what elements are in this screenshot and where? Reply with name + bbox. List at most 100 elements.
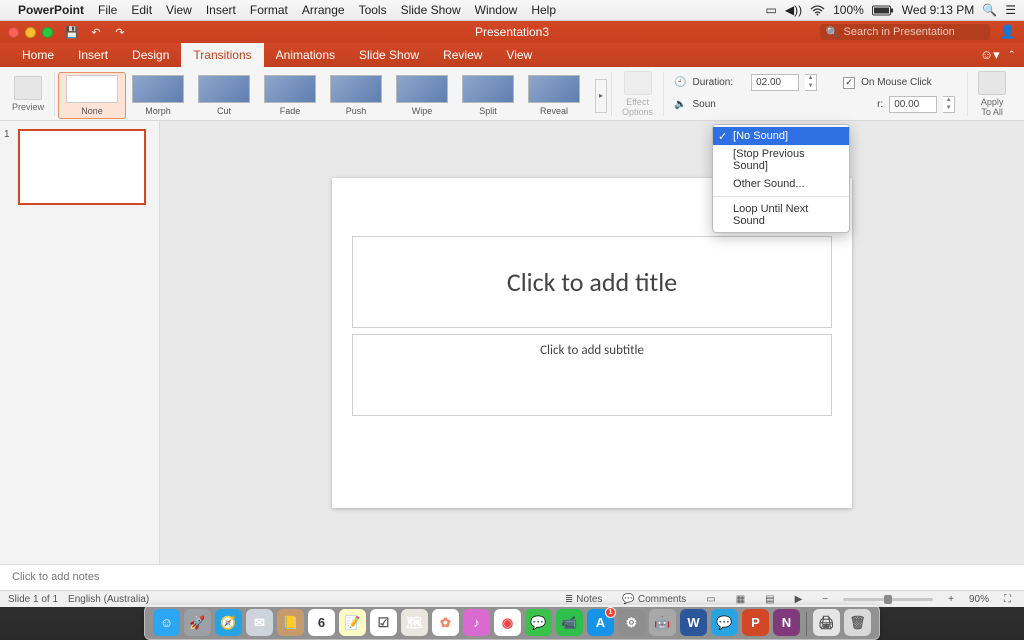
view-sorter-icon[interactable]: ▦ xyxy=(731,594,750,605)
transition-none[interactable]: None xyxy=(59,73,125,118)
spotlight-icon[interactable]: 🔍 xyxy=(982,3,997,17)
zoom-slider[interactable] xyxy=(843,598,933,601)
dock-trash-icon[interactable]: 🗑 xyxy=(844,609,871,636)
menu-extras-icon[interactable]: ☰ xyxy=(1005,3,1016,17)
menu-format[interactable]: Format xyxy=(250,3,288,17)
view-normal-icon[interactable]: ▭ xyxy=(701,594,720,605)
dock-skype-icon[interactable]: 💬 xyxy=(711,609,738,636)
dock-onenote-icon[interactable]: N xyxy=(773,609,800,636)
menu-edit[interactable]: Edit xyxy=(131,3,152,17)
transition-split[interactable]: Split xyxy=(455,73,521,118)
qat-save-icon[interactable]: 💾 xyxy=(63,24,81,40)
account-icon[interactable]: 👤 xyxy=(1000,24,1016,40)
screenshare-icon[interactable]: ▭ xyxy=(766,3,777,17)
qat-undo-icon[interactable]: ↶ xyxy=(87,24,105,40)
menu-window[interactable]: Window xyxy=(475,3,518,17)
slide-thumbnails-pane[interactable]: 1 xyxy=(0,121,160,564)
app-menu[interactable]: PowerPoint xyxy=(18,3,84,17)
dock-sysprefs-icon[interactable]: ⚙ xyxy=(618,609,645,636)
apply-to-all-button[interactable]: Apply To All xyxy=(972,67,1012,120)
zoom-percent[interactable]: 90% xyxy=(969,594,989,605)
fullscreen-button[interactable] xyxy=(42,27,53,38)
view-slideshow-icon[interactable]: ▶ xyxy=(790,594,808,605)
dock-finder-icon[interactable]: ☺ xyxy=(153,609,180,636)
menu-slideshow[interactable]: Slide Show xyxy=(401,3,461,17)
duration-input[interactable]: 02.00 xyxy=(751,74,799,91)
dock-safari-icon[interactable]: 🧭 xyxy=(215,609,242,636)
menu-tools[interactable]: Tools xyxy=(359,3,387,17)
feedback-icon[interactable]: ☺▾ xyxy=(980,47,1000,63)
subtitle-placeholder[interactable]: Click to add subtitle xyxy=(352,334,832,416)
preview-button[interactable]: Preview xyxy=(6,67,50,120)
dock-appstore-icon[interactable]: A1 xyxy=(587,609,614,636)
dock-photos-icon[interactable]: ✿ xyxy=(432,609,459,636)
status-language[interactable]: English (Australia) xyxy=(68,594,149,605)
close-button[interactable] xyxy=(8,27,19,38)
transition-morph[interactable]: Morph xyxy=(125,73,191,118)
battery-icon[interactable] xyxy=(872,5,894,16)
sound-option-no-sound[interactable]: [No Sound] xyxy=(713,127,849,145)
tab-design[interactable]: Design xyxy=(120,43,181,67)
slide-canvas[interactable]: Click to add title Click to add subtitle xyxy=(160,121,1024,564)
qat-redo-icon[interactable]: ↷ xyxy=(111,24,129,40)
dock-contacts-icon[interactable]: 📒 xyxy=(277,609,304,636)
transition-push[interactable]: Push xyxy=(323,73,389,118)
dock-launchpad-icon[interactable]: 🚀 xyxy=(184,609,211,636)
title-placeholder[interactable]: Click to add title xyxy=(352,236,832,328)
tab-home[interactable]: Home xyxy=(10,43,66,67)
ribbon-collapse-icon[interactable]: ˆ xyxy=(1010,48,1014,63)
tab-transitions[interactable]: Transitions xyxy=(181,43,263,67)
dock-powerpoint-icon[interactable]: P xyxy=(742,609,769,636)
dock-mail-icon[interactable]: ✉ xyxy=(246,609,273,636)
menu-file[interactable]: File xyxy=(98,3,117,17)
transition-reveal[interactable]: Reveal xyxy=(521,73,587,118)
dock-calendar-icon[interactable]: 6 xyxy=(308,609,335,636)
dock-messages-icon[interactable]: 💬 xyxy=(525,609,552,636)
dock-notes-icon[interactable]: 📝 xyxy=(339,609,366,636)
zoom-out-button[interactable]: − xyxy=(817,594,833,605)
effect-options-button[interactable]: Effect Options xyxy=(616,67,659,120)
notes-toggle[interactable]: ≣ Notes xyxy=(560,594,608,605)
tab-review[interactable]: Review xyxy=(431,43,494,67)
after-input[interactable]: 00.00 xyxy=(889,96,937,113)
dock-automator-icon[interactable]: 🤖 xyxy=(649,609,676,636)
dock-chrome-icon[interactable]: ◉ xyxy=(494,609,521,636)
gallery-expand-button[interactable]: ▸ xyxy=(595,79,607,113)
tab-slideshow[interactable]: Slide Show xyxy=(347,43,431,67)
transition-cut[interactable]: Cut xyxy=(191,73,257,118)
menu-help[interactable]: Help xyxy=(531,3,556,17)
search-presentation[interactable]: 🔍 Search in Presentation xyxy=(820,24,990,40)
fit-to-window-icon[interactable]: ⛶ xyxy=(999,594,1016,605)
transition-wipe[interactable]: Wipe xyxy=(389,73,455,118)
dock-facetime-icon[interactable]: 📹 xyxy=(556,609,583,636)
zoom-in-button[interactable]: + xyxy=(943,594,959,605)
menu-arrange[interactable]: Arrange xyxy=(302,3,345,17)
menu-insert[interactable]: Insert xyxy=(206,3,236,17)
menu-view[interactable]: View xyxy=(166,3,192,17)
sound-option-loop[interactable]: Loop Until Next Sound xyxy=(713,200,849,230)
tab-animations[interactable]: Animations xyxy=(264,43,347,67)
view-reading-icon[interactable]: ▤ xyxy=(760,594,779,605)
after-spinner[interactable]: ▲▼ xyxy=(943,96,955,113)
slide-thumbnail-1[interactable]: 1 xyxy=(8,129,151,205)
on-mouse-click-checkbox[interactable]: ✓ xyxy=(843,77,855,89)
tab-view[interactable]: View xyxy=(494,43,544,67)
dock-reminders-icon[interactable]: ☑ xyxy=(370,609,397,636)
transitions-gallery: NoneMorphCutFadePushWipeSplitReveal xyxy=(59,69,587,118)
sound-option-other[interactable]: Other Sound... xyxy=(713,175,849,193)
transition-fade[interactable]: Fade xyxy=(257,73,323,118)
minimize-button[interactable] xyxy=(25,27,36,38)
tab-insert[interactable]: Insert xyxy=(66,43,120,67)
volume-icon[interactable]: ◀)) xyxy=(785,3,802,17)
comments-toggle[interactable]: 💬 Comments xyxy=(617,594,691,605)
dock-maps-icon[interactable]: 🗺 xyxy=(401,609,428,636)
duration-spinner[interactable]: ▲▼ xyxy=(805,74,817,91)
notes-pane[interactable]: Click to add notes xyxy=(0,564,1024,590)
dock-printer-icon[interactable]: 🖨 xyxy=(813,609,840,636)
sound-option-stop-previous[interactable]: [Stop Previous Sound] xyxy=(713,145,849,175)
dock-itunes-icon[interactable]: ♪ xyxy=(463,609,490,636)
clock[interactable]: Wed 9:13 PM xyxy=(902,3,974,17)
dock-word-icon[interactable]: W xyxy=(680,609,707,636)
transition-thumb xyxy=(396,75,448,103)
wifi-icon[interactable] xyxy=(810,5,825,16)
